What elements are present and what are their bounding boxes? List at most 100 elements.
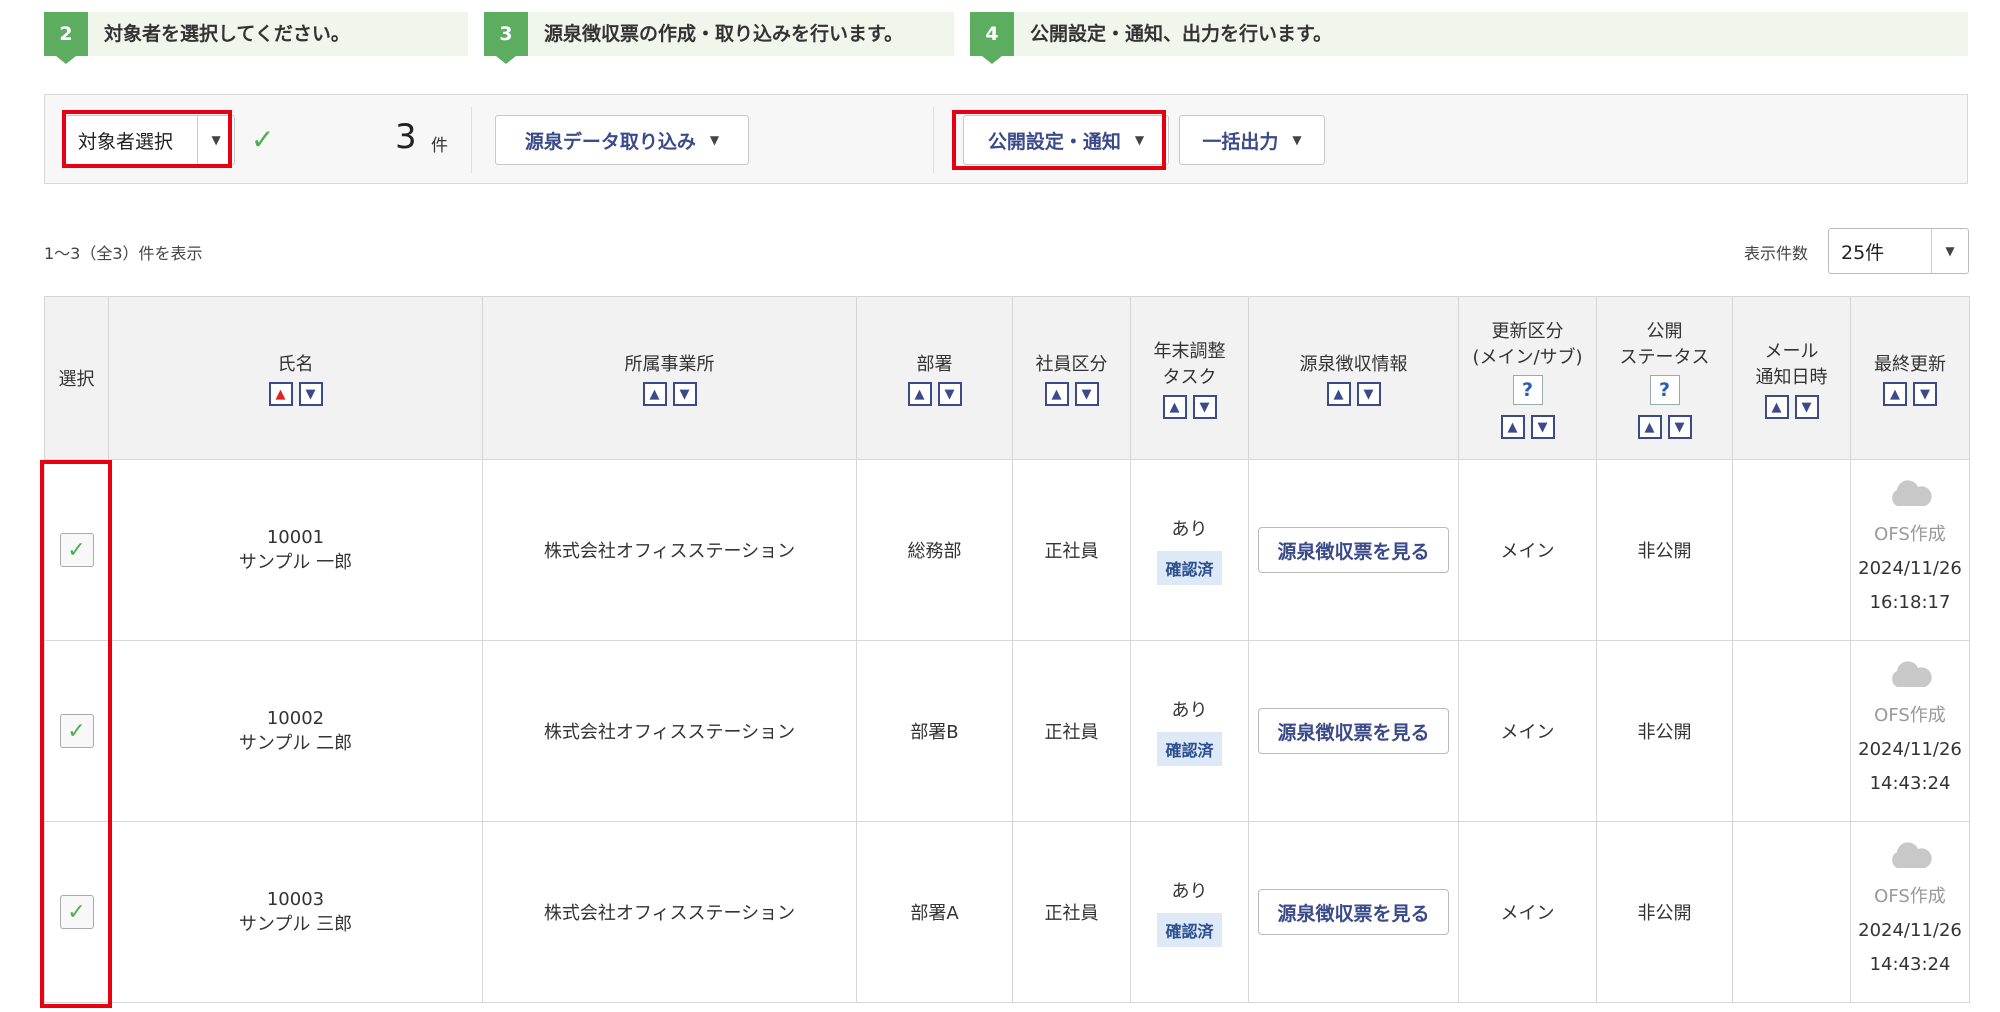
status-badge: 確認済 <box>1157 913 1222 947</box>
sort-down-icon[interactable]: ▼ <box>298 382 323 406</box>
mail-notify-cell <box>1732 640 1851 822</box>
sort-down-icon[interactable]: ▼ <box>672 382 697 406</box>
per-page-label: 表示件数 <box>1744 244 1809 263</box>
creator-label: OFS作成 <box>1874 705 1946 726</box>
update-type-cell: メイン <box>1458 459 1597 641</box>
status-badge: 確認済 <box>1157 732 1222 766</box>
export-label: 一括出力 <box>1202 130 1279 153</box>
name-cell: 10003 サンプル 三郎 <box>108 821 483 1003</box>
sort-up-icon[interactable]: ▲ <box>907 382 932 406</box>
bulk-export-button[interactable]: 一括出力 ▼ <box>1179 115 1325 165</box>
check-icon: ✓ <box>251 123 275 156</box>
sort-up-icon[interactable]: ▲ <box>1883 382 1907 406</box>
sort-down-icon[interactable]: ▼ <box>1794 395 1819 419</box>
employee-id: 10003 <box>266 888 325 910</box>
view-withholding-button[interactable]: 源泉徴収票を見る <box>1258 708 1449 754</box>
step-3: 3 源泉徴収票の作成・取り込みを行います。 <box>484 12 954 64</box>
withholding-cell: 源泉徴収票を見る <box>1248 821 1459 1003</box>
header-mail-notify: メール 通知日時 ▲ ▼ <box>1732 296 1851 460</box>
step-4-text: 公開設定・通知、出力を行います。 <box>1030 23 1333 45</box>
help-icon[interactable]: ? <box>1512 375 1543 405</box>
header-office: 所属事業所 ▲ ▼ <box>482 296 857 460</box>
toolbar-divider <box>471 107 472 173</box>
sort-down-icon[interactable]: ▼ <box>1913 382 1937 406</box>
header-name: 氏名 ▲ ▼ <box>108 296 483 460</box>
header-last-update: 最終更新 ▲ ▼ <box>1850 296 1970 460</box>
office-cell: 株式会社オフィスステーション <box>482 459 857 641</box>
sort-up-icon[interactable]: ▲ <box>1764 395 1789 419</box>
header-select: 選択 <box>44 296 109 460</box>
dept-cell: 部署B <box>856 640 1013 822</box>
cloud-icon <box>1892 661 1932 687</box>
sort-up-icon[interactable]: ▲ <box>268 382 293 406</box>
caret-down-icon: ▼ <box>1292 133 1302 147</box>
update-type-cell: メイン <box>1458 640 1597 822</box>
selected-count: 3 <box>395 117 417 157</box>
sort-down-icon[interactable]: ▼ <box>1667 415 1692 439</box>
per-page-select[interactable]: 25件 ▼ <box>1828 228 1969 274</box>
cloud-icon <box>1892 842 1932 868</box>
emp-type-cell: 正社員 <box>1012 459 1131 641</box>
employee-name: サンプル 一郎 <box>238 551 353 573</box>
table-row: ✓ 10003 サンプル 三郎 株式会社オフィスステーション 部署A 正社員 あり… <box>44 821 1970 1003</box>
step-3-number: 3 <box>484 12 528 64</box>
last-update-cell: OFS作成 2024/11/26 14:43:24 <box>1850 821 1970 1003</box>
yearend-cell: あり 確認済 <box>1130 821 1249 1003</box>
update-date: 2024/11/26 <box>1858 739 1962 760</box>
sort-up-icon[interactable]: ▲ <box>1637 415 1662 439</box>
update-time: 14:43:24 <box>1869 773 1951 794</box>
view-withholding-button[interactable]: 源泉徴収票を見る <box>1258 889 1449 935</box>
public-status-cell: 非公開 <box>1596 821 1733 1003</box>
update-date: 2024/11/26 <box>1858 558 1962 579</box>
toolbar-divider <box>933 107 934 173</box>
creator-label: OFS作成 <box>1874 886 1946 907</box>
withholding-cell: 源泉徴収票を見る <box>1248 640 1459 822</box>
header-dept: 部署 ▲ ▼ <box>856 296 1013 460</box>
sort-down-icon[interactable]: ▼ <box>937 382 962 406</box>
sort-up-icon[interactable]: ▲ <box>1162 395 1187 419</box>
table-row: ✓ 10002 サンプル 二郎 株式会社オフィスステーション 部署B 正社員 あり… <box>44 640 1970 822</box>
name-cell: 10002 サンプル 二郎 <box>108 640 483 822</box>
update-date: 2024/11/26 <box>1858 920 1962 941</box>
last-update-cell: OFS作成 2024/11/26 16:18:17 <box>1850 459 1970 641</box>
emp-type-cell: 正社員 <box>1012 821 1131 1003</box>
highlight-checkbox-column <box>40 460 112 1008</box>
header-update-type: 更新区分 (メイン/サブ) ? ▲ ▼ <box>1458 296 1597 460</box>
sort-up-icon[interactable]: ▲ <box>1326 382 1351 406</box>
dept-cell: 総務部 <box>856 459 1013 641</box>
yearend-cell: あり 確認済 <box>1130 459 1249 641</box>
sort-down-icon[interactable]: ▼ <box>1074 382 1099 406</box>
step-2-number: 2 <box>44 12 88 64</box>
header-public-status: 公開 ステータス ? ▲ ▼ <box>1596 296 1733 460</box>
sort-up-icon[interactable]: ▲ <box>1500 415 1525 439</box>
per-page-value: 25件 <box>1841 241 1885 264</box>
caret-down-icon[interactable]: ▼ <box>1931 229 1968 273</box>
view-withholding-button[interactable]: 源泉徴収票を見る <box>1258 527 1449 573</box>
sort-up-icon[interactable]: ▲ <box>1044 382 1069 406</box>
help-icon[interactable]: ? <box>1649 375 1680 405</box>
sort-up-icon[interactable]: ▲ <box>642 382 667 406</box>
caret-down-icon: ▼ <box>709 133 720 147</box>
dept-cell: 部署A <box>856 821 1013 1003</box>
employee-name: サンプル 二郎 <box>238 732 353 754</box>
employee-name: サンプル 三郎 <box>238 913 353 935</box>
header-withholding: 源泉徴収情報 ▲ ▼ <box>1248 296 1459 460</box>
sort-down-icon[interactable]: ▼ <box>1192 395 1217 419</box>
sort-down-icon[interactable]: ▼ <box>1356 382 1381 406</box>
yearend-cell: あり 確認済 <box>1130 640 1249 822</box>
header-yearend-task: 年末調整 タスク ▲ ▼ <box>1130 296 1249 460</box>
last-update-cell: OFS作成 2024/11/26 14:43:24 <box>1850 640 1970 822</box>
update-time: 14:43:24 <box>1869 954 1951 975</box>
import-withholding-data-button[interactable]: 源泉データ取り込み ▼ <box>495 115 749 165</box>
step-4-number: 4 <box>970 12 1014 64</box>
mail-notify-cell <box>1732 821 1851 1003</box>
cloud-icon <box>1892 480 1932 506</box>
result-summary: 1～3（全3）件を表示 <box>44 244 203 263</box>
name-cell: 10001 サンプル 一郎 <box>108 459 483 641</box>
sort-down-icon[interactable]: ▼ <box>1530 415 1555 439</box>
import-label: 源泉データ取り込み <box>524 130 696 153</box>
employee-id: 10002 <box>266 707 325 729</box>
public-status-cell: 非公開 <box>1596 459 1733 641</box>
step-2-text: 対象者を選択してください。 <box>104 23 350 45</box>
mail-notify-cell <box>1732 459 1851 641</box>
